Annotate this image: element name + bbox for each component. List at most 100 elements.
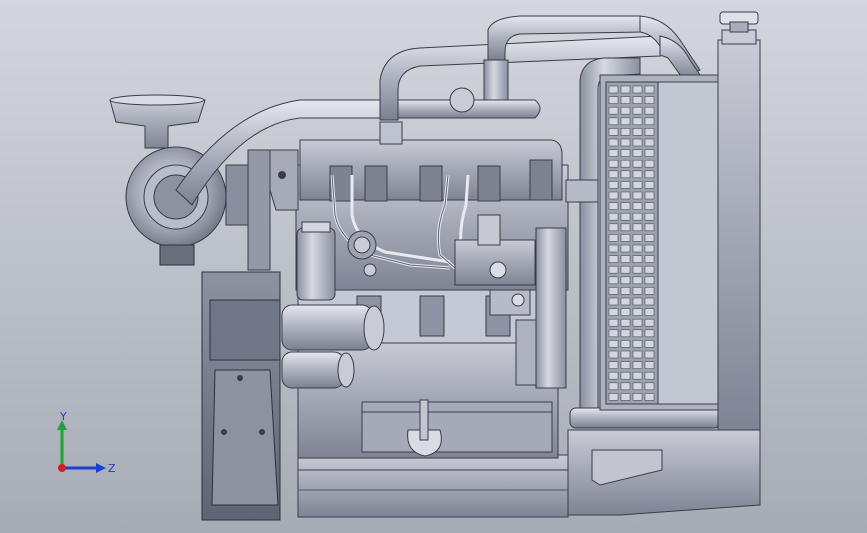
y-axis-label: Y (59, 412, 67, 423)
grille-slot (644, 350, 655, 359)
grille-slot (608, 244, 619, 253)
grille-slot (608, 106, 619, 115)
grille-slot (620, 340, 631, 348)
grille-slot (608, 297, 619, 306)
grille-slot (644, 255, 655, 263)
grille-slot (644, 96, 655, 104)
grille-slot (632, 371, 643, 380)
grille-slot (620, 181, 631, 189)
grille-slot (644, 212, 655, 221)
grille-slot (608, 212, 619, 221)
grille-slot (608, 340, 619, 348)
grille-slot (632, 181, 643, 189)
grille-slot (632, 276, 643, 285)
grille-slot (644, 234, 655, 242)
grille-slot (632, 287, 643, 295)
grille-slot (632, 96, 643, 104)
grille-slot (608, 117, 619, 126)
grille-slot (620, 308, 631, 316)
grille-slot (644, 382, 655, 391)
grille-slot (620, 382, 631, 391)
grille-slot (644, 287, 655, 295)
grille-slot (644, 265, 655, 274)
grille-slot (620, 287, 631, 295)
air-intake-cap[interactable] (109, 94, 206, 149)
grille-slot (632, 308, 643, 316)
grille-slot (608, 138, 619, 147)
grille-slot (632, 191, 643, 200)
grille-slot (632, 244, 643, 253)
grille-slot (632, 223, 643, 232)
grille-slot (644, 138, 655, 147)
grille-slot (632, 255, 643, 263)
grille-slot (644, 159, 655, 168)
grille-slot (644, 244, 655, 253)
grille-slot (620, 170, 631, 179)
grille-slot (620, 371, 631, 380)
grille-slot (608, 255, 619, 263)
grille-slot (620, 117, 631, 126)
grille-slot (644, 106, 655, 115)
grille-slot (644, 85, 655, 94)
grille-slot (608, 223, 619, 232)
grille-slot (644, 371, 655, 380)
grille-slot (620, 393, 631, 401)
z-axis-label: Z (108, 462, 116, 475)
grille-slot (644, 393, 655, 401)
grille-slot (608, 170, 619, 179)
x-axis-dot (58, 464, 66, 472)
valve-cover[interactable] (299, 121, 563, 202)
grille-slot (608, 128, 619, 136)
grille-slot (608, 318, 619, 327)
grille-slot (620, 361, 631, 369)
grille-slot (632, 212, 643, 221)
grille-slot (608, 85, 619, 94)
radiator[interactable] (599, 11, 761, 431)
grille-slot (620, 191, 631, 200)
graphics-viewport[interactable]: Y Z (0, 0, 867, 533)
grille-slot (632, 106, 643, 115)
grille-slot (620, 138, 631, 147)
grille-slot (620, 265, 631, 274)
grille-slot (608, 393, 619, 401)
grille-slot (644, 181, 655, 189)
grille-slot (620, 318, 631, 327)
grille-slot (620, 85, 631, 94)
grille-slot (644, 329, 655, 338)
flywheel-housing[interactable] (201, 271, 281, 521)
grille-slot (632, 138, 643, 147)
grille-slot (620, 244, 631, 253)
grille-slot (608, 96, 619, 104)
grille-slot (644, 340, 655, 348)
grille-slot (608, 191, 619, 200)
grille-slot (644, 191, 655, 200)
z-axis-arrow (96, 463, 106, 473)
grille-slot (620, 106, 631, 115)
engine-assembly-model[interactable] (0, 0, 867, 533)
grille-slot (632, 234, 643, 242)
grille-slot (632, 361, 643, 369)
grille-slot (608, 265, 619, 274)
grille-slot (620, 297, 631, 306)
grille-slot (608, 149, 619, 157)
grille-slot (644, 202, 655, 210)
grille-slot (632, 297, 643, 306)
grille-slot (644, 276, 655, 285)
grille-slot (608, 329, 619, 338)
grille-slot (608, 287, 619, 295)
grille-slot (608, 371, 619, 380)
grille-slot (644, 170, 655, 179)
grille-slot (644, 318, 655, 327)
grille-slot (620, 234, 631, 242)
grille-slot (620, 149, 631, 157)
grille-slot (620, 255, 631, 263)
grille-slot (620, 329, 631, 338)
grille-slot (644, 308, 655, 316)
grille-slot (620, 350, 631, 359)
grille-slot (620, 223, 631, 232)
grille-slot (632, 329, 643, 338)
grille-slot (632, 170, 643, 179)
grille-slot (632, 85, 643, 94)
axis-triad: Y Z (57, 412, 116, 475)
grille-slot (632, 350, 643, 359)
